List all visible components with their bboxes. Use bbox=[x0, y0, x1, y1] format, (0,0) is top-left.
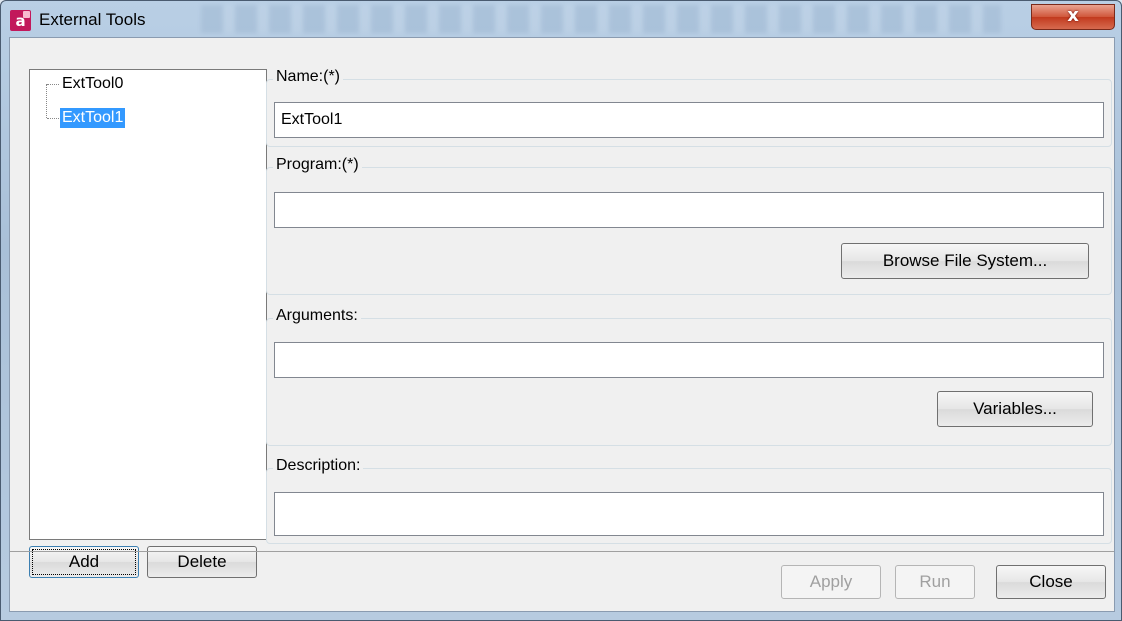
footer-separator bbox=[10, 551, 1114, 552]
arguments-input[interactable] bbox=[274, 342, 1104, 378]
background-toolbar-blur bbox=[201, 5, 1001, 33]
window-title: External Tools bbox=[39, 10, 146, 29]
tree-connector bbox=[47, 84, 59, 85]
program-label: Program:(*) bbox=[273, 156, 362, 174]
run-button[interactable]: Run bbox=[895, 565, 975, 599]
variables-button[interactable]: Variables... bbox=[937, 391, 1093, 427]
close-icon: x bbox=[1067, 5, 1079, 26]
close-button[interactable]: Close bbox=[996, 565, 1106, 599]
name-group: Name:(*) ExtTool1 bbox=[266, 68, 1112, 147]
browse-file-system-button[interactable]: Browse File System... bbox=[841, 243, 1089, 279]
arguments-group: Arguments: Variables... bbox=[266, 307, 1112, 446]
tree-connector bbox=[46, 84, 47, 118]
dialog-client-area: ExtTool0 ExtTool1 Add Delete Name:(*) Ex… bbox=[9, 37, 1115, 612]
tools-tree[interactable]: ExtTool0 ExtTool1 bbox=[29, 69, 267, 540]
description-input[interactable] bbox=[274, 492, 1104, 536]
arguments-label: Arguments: bbox=[273, 307, 361, 325]
description-group: Description: bbox=[266, 457, 1112, 544]
program-input[interactable] bbox=[274, 192, 1104, 228]
name-input[interactable]: ExtTool1 bbox=[274, 102, 1104, 138]
app-icon: a bbox=[10, 10, 31, 31]
external-tools-window: a External Tools x ExtTool0 ExtTool1 Add… bbox=[0, 0, 1122, 621]
program-group: Program:(*) Browse File System... bbox=[266, 156, 1112, 295]
apply-button[interactable]: Apply bbox=[781, 565, 881, 599]
tree-item-exttool1[interactable]: ExtTool1 bbox=[60, 108, 126, 128]
title-bar[interactable]: a External Tools x bbox=[1, 1, 1121, 37]
description-label: Description: bbox=[273, 457, 364, 475]
tree-item-exttool0[interactable]: ExtTool0 bbox=[60, 74, 125, 94]
name-label: Name:(*) bbox=[273, 68, 344, 86]
tree-connector bbox=[47, 118, 59, 119]
window-close-button[interactable]: x bbox=[1031, 4, 1115, 30]
